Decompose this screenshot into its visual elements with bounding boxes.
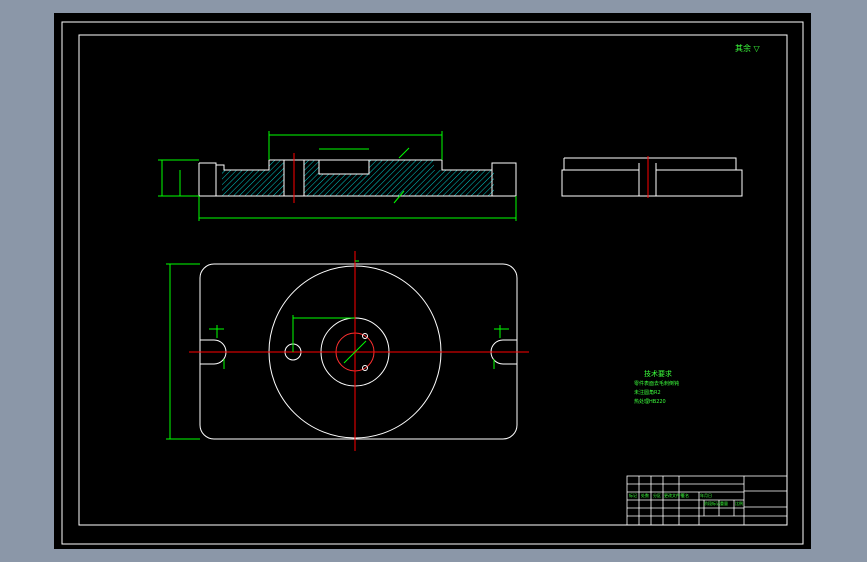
roughness-note: 其余 ▽ bbox=[735, 44, 760, 53]
title-block-label: 年月日 bbox=[700, 493, 712, 498]
outer-border bbox=[61, 21, 804, 545]
title-block-label: 标记 bbox=[629, 493, 637, 498]
title-block-field: 阶段标记 bbox=[704, 501, 720, 506]
title-block-label: 处数 bbox=[641, 493, 649, 498]
side-view bbox=[561, 156, 743, 198]
title-block-label: 分区 bbox=[653, 493, 661, 498]
cad-viewport[interactable]: 其余 ▽ 技术要求 零件表面去毛刺倒钝 未注圆角R2 热处理HB220 标记 处… bbox=[54, 13, 811, 549]
tech-req-item: 热处理HB220 bbox=[634, 399, 666, 405]
front-section-view bbox=[158, 131, 517, 221]
inner-border bbox=[78, 34, 788, 526]
tech-req-item: 未注圆角R2 bbox=[634, 390, 661, 396]
title-block-field: 重量 bbox=[720, 501, 728, 506]
drawing-canvas bbox=[61, 21, 804, 545]
tech-req-item: 零件表面去毛刺倒钝 bbox=[634, 381, 680, 387]
top-view bbox=[166, 251, 529, 451]
title-block-label: 签名 bbox=[681, 493, 689, 498]
technical-requirements: 技术要求 零件表面去毛刺倒钝 未注圆角R2 热处理HB220 bbox=[634, 371, 679, 405]
tech-req-title: 技术要求 bbox=[644, 370, 672, 378]
title-block-field: 比例 bbox=[735, 501, 743, 506]
